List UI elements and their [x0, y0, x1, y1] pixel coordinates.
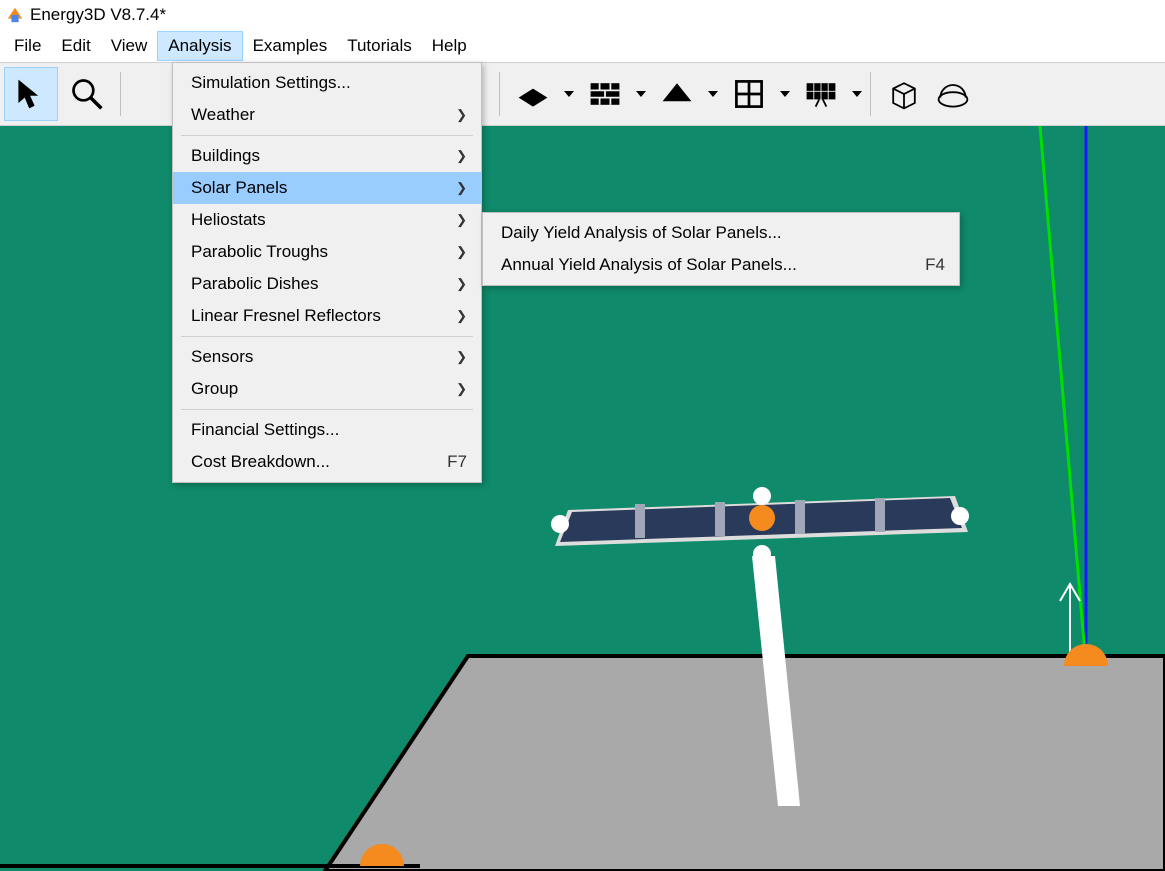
menu-cost-breakdown[interactable]: Cost Breakdown...F7 — [173, 446, 481, 478]
menu-simulation-settings[interactable]: Simulation Settings... — [173, 67, 481, 99]
solar-panel-icon — [803, 76, 839, 112]
menu-bar: File Edit View Analysis Examples Tutoria… — [0, 30, 1165, 62]
submenu-arrow-icon: ❯ — [456, 148, 467, 164]
menu-sensors[interactable]: Sensors❯ — [173, 341, 481, 373]
menu-solar-panels[interactable]: Solar Panels❯ — [173, 172, 481, 204]
chevron-down-icon — [636, 91, 646, 97]
submenu-arrow-icon: ❯ — [456, 349, 467, 365]
zoom-tool-button[interactable] — [60, 67, 114, 121]
magnifier-icon — [69, 76, 105, 112]
box-tool-button[interactable] — [877, 67, 931, 121]
shortcut-label: F7 — [447, 452, 467, 472]
roof-tool-button[interactable] — [650, 67, 704, 121]
menu-parabolic-troughs[interactable]: Parabolic Troughs❯ — [173, 236, 481, 268]
menu-financial-settings[interactable]: Financial Settings... — [173, 414, 481, 446]
submenu-arrow-icon: ❯ — [456, 276, 467, 292]
app-title: Energy3D V8.7.4* — [30, 5, 166, 25]
slab-icon — [515, 76, 551, 112]
solar-panels-submenu: Daily Yield Analysis of Solar Panels... … — [482, 212, 960, 286]
roof-icon — [659, 76, 695, 112]
submenu-arrow-icon: ❯ — [456, 212, 467, 228]
chevron-down-icon — [708, 91, 718, 97]
submenu-arrow-icon: ❯ — [456, 244, 467, 260]
menu-parabolic-dishes[interactable]: Parabolic Dishes❯ — [173, 268, 481, 300]
arrow-icon — [13, 76, 49, 112]
wall-tool-button[interactable] — [578, 67, 632, 121]
window-icon — [731, 76, 767, 112]
window-tool-dropdown[interactable] — [778, 67, 792, 121]
submenu-arrow-icon: ❯ — [456, 180, 467, 196]
submenu-arrow-icon: ❯ — [456, 381, 467, 397]
select-tool-button[interactable] — [4, 67, 58, 121]
submenu-arrow-icon: ❯ — [456, 308, 467, 324]
analysis-dropdown: Simulation Settings... Weather❯ Building… — [172, 62, 482, 483]
box-icon — [886, 76, 922, 112]
solar-panel-object[interactable] — [551, 487, 969, 563]
shortcut-label: F4 — [925, 255, 945, 275]
menu-help[interactable]: Help — [422, 32, 477, 60]
menu-view[interactable]: View — [101, 32, 158, 60]
menu-annual-yield-analysis[interactable]: Annual Yield Analysis of Solar Panels...… — [483, 249, 959, 281]
submenu-arrow-icon: ❯ — [456, 107, 467, 123]
app-icon — [6, 6, 24, 24]
menu-analysis[interactable]: Analysis — [157, 31, 242, 61]
slab-tool-button[interactable] — [506, 67, 560, 121]
menu-weather[interactable]: Weather❯ — [173, 99, 481, 131]
menu-separator — [181, 135, 473, 136]
menu-examples[interactable]: Examples — [243, 32, 338, 60]
title-bar: Energy3D V8.7.4* — [0, 0, 1165, 30]
menu-edit[interactable]: Edit — [51, 32, 100, 60]
slab-tool-dropdown[interactable] — [562, 67, 576, 121]
chevron-down-icon — [564, 91, 574, 97]
chevron-down-icon — [780, 91, 790, 97]
solar-tool-button[interactable] — [794, 67, 848, 121]
wall-tool-dropdown[interactable] — [634, 67, 648, 121]
toolbar-separator — [499, 72, 500, 116]
menu-buildings[interactable]: Buildings❯ — [173, 140, 481, 172]
toolbar-separator — [120, 72, 121, 116]
ground-foundation — [325, 656, 1165, 871]
toolbar-separator — [870, 72, 871, 116]
roof-tool-dropdown[interactable] — [706, 67, 720, 121]
y-axis-line — [1040, 126, 1086, 666]
menu-separator — [181, 409, 473, 410]
menu-tutorials[interactable]: Tutorials — [337, 32, 422, 60]
window-tool-button[interactable] — [722, 67, 776, 121]
wall-icon — [587, 76, 623, 112]
menu-heliostats[interactable]: Heliostats❯ — [173, 204, 481, 236]
menu-group[interactable]: Group❯ — [173, 373, 481, 405]
ring-icon — [935, 76, 971, 112]
misc-tool-button[interactable] — [933, 67, 973, 121]
menu-daily-yield-analysis[interactable]: Daily Yield Analysis of Solar Panels... — [483, 217, 959, 249]
menu-file[interactable]: File — [4, 32, 51, 60]
menu-separator — [181, 336, 473, 337]
menu-linear-fresnel[interactable]: Linear Fresnel Reflectors❯ — [173, 300, 481, 332]
chevron-down-icon — [852, 91, 862, 97]
solar-tool-dropdown[interactable] — [850, 67, 864, 121]
